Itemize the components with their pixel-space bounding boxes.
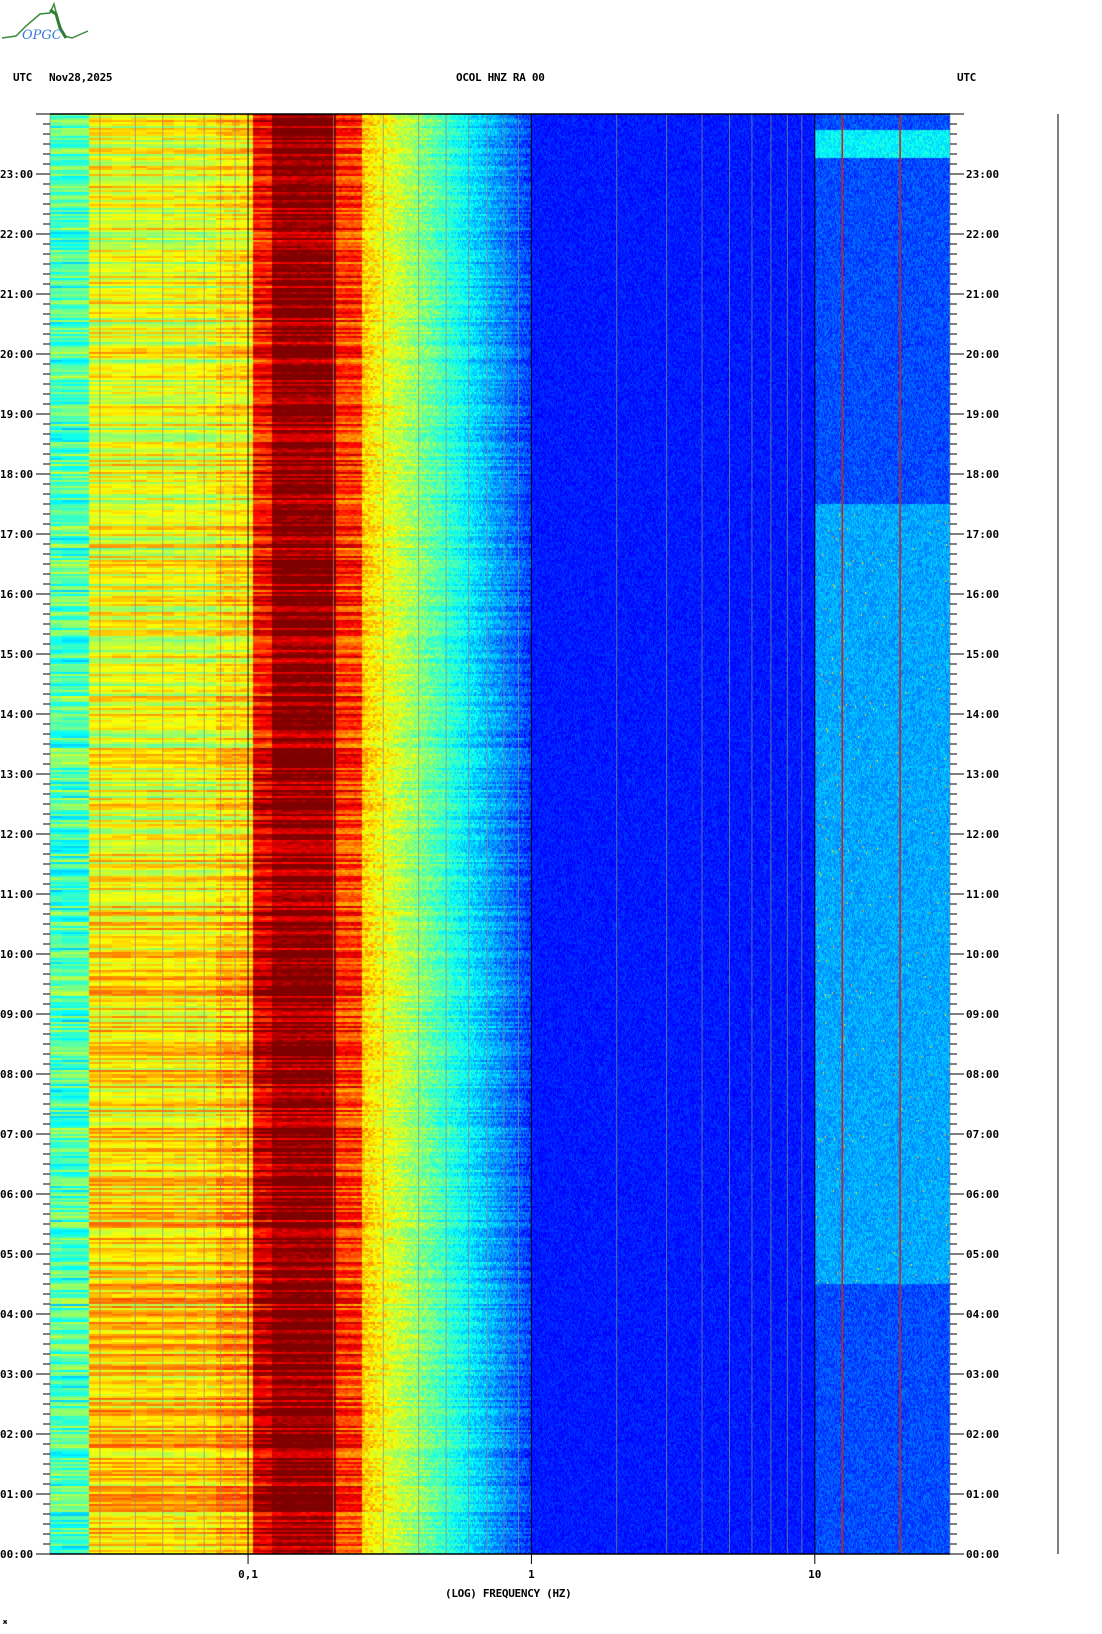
y-tick-label-left: 06:00 [0, 1188, 33, 1201]
y-tick-label-left: 21:00 [0, 288, 33, 301]
y-tick-label-right: 10:00 [966, 948, 999, 961]
y-tick-label-right: 22:00 [966, 228, 999, 241]
y-tick-label-left: 16:00 [0, 588, 33, 601]
y-tick-label-left: 13:00 [0, 768, 33, 781]
y-tick-label-right: 03:00 [966, 1368, 999, 1381]
x-tick-label: 10 [808, 1568, 821, 1581]
y-tick-label-left: 11:00 [0, 888, 33, 901]
y-tick-label-right: 18:00 [966, 468, 999, 481]
y-tick-label-right: 23:00 [966, 168, 999, 181]
y-tick-label-right: 09:00 [966, 1008, 999, 1021]
footer-mark: ж [3, 1618, 7, 1626]
y-tick-label-right: 21:00 [966, 288, 999, 301]
y-tick-label-left: 01:00 [0, 1488, 33, 1501]
y-tick-label-right: 08:00 [966, 1068, 999, 1081]
y-tick-label-right: 12:00 [966, 828, 999, 841]
y-tick-label-left: 22:00 [0, 228, 33, 241]
x-tick-label: 0,1 [238, 1568, 258, 1581]
y-tick-label-right: 19:00 [966, 408, 999, 421]
y-tick-label-left: 04:00 [0, 1308, 33, 1321]
y-tick-label-right: 00:00 [966, 1548, 999, 1561]
y-tick-label-right: 06:00 [966, 1188, 999, 1201]
y-tick-label-right: 02:00 [966, 1428, 999, 1441]
y-tick-label-left: 18:00 [0, 468, 33, 481]
chart-axes: 00:00 00:00 01:00 01:00 02:00 02:00 03:00 03:00… [0, 113, 1059, 1581]
y-tick-label-right: 14:00 [966, 708, 999, 721]
y-tick-label-right: 04:00 [966, 1308, 999, 1321]
y-tick-label-left: 03:00 [0, 1368, 33, 1381]
y-tick-label-left: 08:00 [0, 1068, 33, 1081]
y-tick-label-right: 16:00 [966, 588, 999, 601]
y-tick-label-left: 12:00 [0, 828, 33, 841]
y-tick-label-left: 17:00 [0, 528, 33, 541]
y-tick-label-left: 14:00 [0, 708, 33, 721]
y-tick-label-left: 05:00 [0, 1248, 33, 1261]
y-tick-label-right: 17:00 [966, 528, 999, 541]
y-tick-label-right: 13:00 [966, 768, 999, 781]
y-tick-label-left: 19:00 [0, 408, 33, 421]
y-tick-label-left: 00:00 [0, 1548, 33, 1561]
y-tick-label-left: 09:00 [0, 1008, 33, 1021]
x-tick-label: 1 [528, 1568, 535, 1581]
y-tick-label-right: 07:00 [966, 1128, 999, 1141]
y-tick-label-right: 20:00 [966, 348, 999, 361]
y-tick-label-left: 15:00 [0, 648, 33, 661]
y-tick-label-right: 01:00 [966, 1488, 999, 1501]
y-tick-label-right: 15:00 [966, 648, 999, 661]
y-tick-label-left: 07:00 [0, 1128, 33, 1141]
y-tick-label-left: 23:00 [0, 168, 33, 181]
x-axis-label: (LOG) FREQUENCY (HZ) [445, 1587, 572, 1600]
y-tick-label-left: 02:00 [0, 1428, 33, 1441]
y-tick-label-right: 11:00 [966, 888, 999, 901]
y-tick-label-left: 20:00 [0, 348, 33, 361]
y-tick-label-right: 05:00 [966, 1248, 999, 1261]
y-tick-label-left: 10:00 [0, 948, 33, 961]
